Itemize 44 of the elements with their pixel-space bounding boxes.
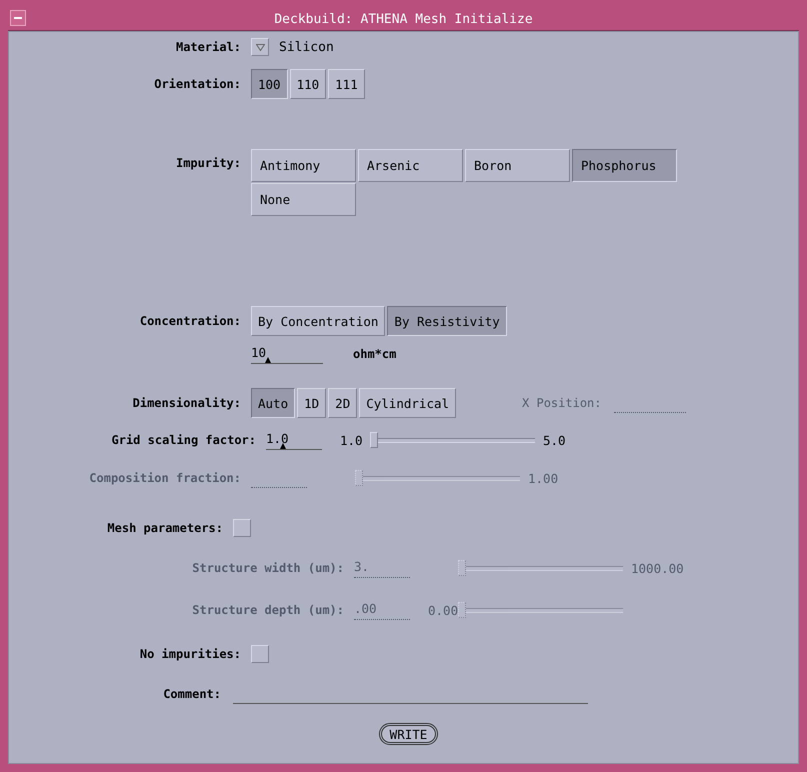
max-value: 1.00: [528, 470, 558, 486]
dimensionality-option[interactable]: 2D: [328, 388, 358, 418]
concentration-option[interactable]: By Resistivity: [387, 306, 507, 336]
impurity-option[interactable]: None: [251, 183, 356, 216]
dimensionality-option[interactable]: 1D: [297, 388, 326, 418]
value-field[interactable]: 1.0: [266, 430, 322, 450]
concentration-option[interactable]: By Concentration: [251, 306, 386, 336]
dropdown-button[interactable]: [251, 38, 269, 56]
resistivity-field[interactable]: 10: [251, 344, 323, 364]
impurity-option[interactable]: Arsenic: [358, 149, 463, 182]
field-label: X Position:: [522, 396, 602, 410]
field-label: Material:: [174, 40, 241, 54]
field-label: Orientation:: [153, 77, 241, 91]
min-value: 1.0: [340, 432, 364, 448]
field-label: Composition fraction:: [88, 471, 241, 485]
slider-thumb[interactable]: [370, 432, 378, 448]
checkbox[interactable]: [251, 645, 269, 663]
field-label: Mesh parameters:: [106, 521, 223, 535]
field-label: Comment:: [162, 687, 221, 701]
material-value: Silicon: [279, 40, 334, 54]
window-title: Deckbuild: ATHENA Mesh Initialize: [274, 12, 533, 26]
field-label: Grid scaling factor:: [110, 433, 256, 447]
field-label: Impurity:: [174, 156, 241, 170]
max-value: 1000.00: [631, 560, 684, 576]
orientation-option[interactable]: 110: [290, 69, 326, 99]
field-label: No impurities:: [138, 647, 241, 661]
triangle-icon: [256, 44, 264, 50]
field-label: Structure width (um):: [191, 561, 344, 575]
orientation-option[interactable]: 111: [328, 69, 365, 99]
impurity-option[interactable]: Antimony: [251, 149, 356, 182]
dimensionality-option[interactable]: Cylindrical: [359, 388, 456, 418]
write-button[interactable]: WRITE: [378, 723, 438, 745]
impurity-option[interactable]: Boron: [465, 149, 570, 182]
unit-label: ohm*cm: [353, 347, 396, 361]
window-menu-button[interactable]: [10, 10, 26, 26]
min-value: 0.00: [428, 602, 456, 618]
impurity-option[interactable]: Phosphorus: [572, 149, 677, 182]
orientation-option[interactable]: 100: [251, 69, 288, 99]
field-label: Structure depth (um):: [191, 603, 344, 617]
field-label: Dimensionality:: [132, 396, 241, 410]
checkbox[interactable]: [233, 519, 251, 537]
dimensionality-option[interactable]: Auto: [251, 388, 296, 418]
field-label: Concentration:: [138, 314, 241, 328]
max-value: 5.0: [543, 432, 566, 448]
